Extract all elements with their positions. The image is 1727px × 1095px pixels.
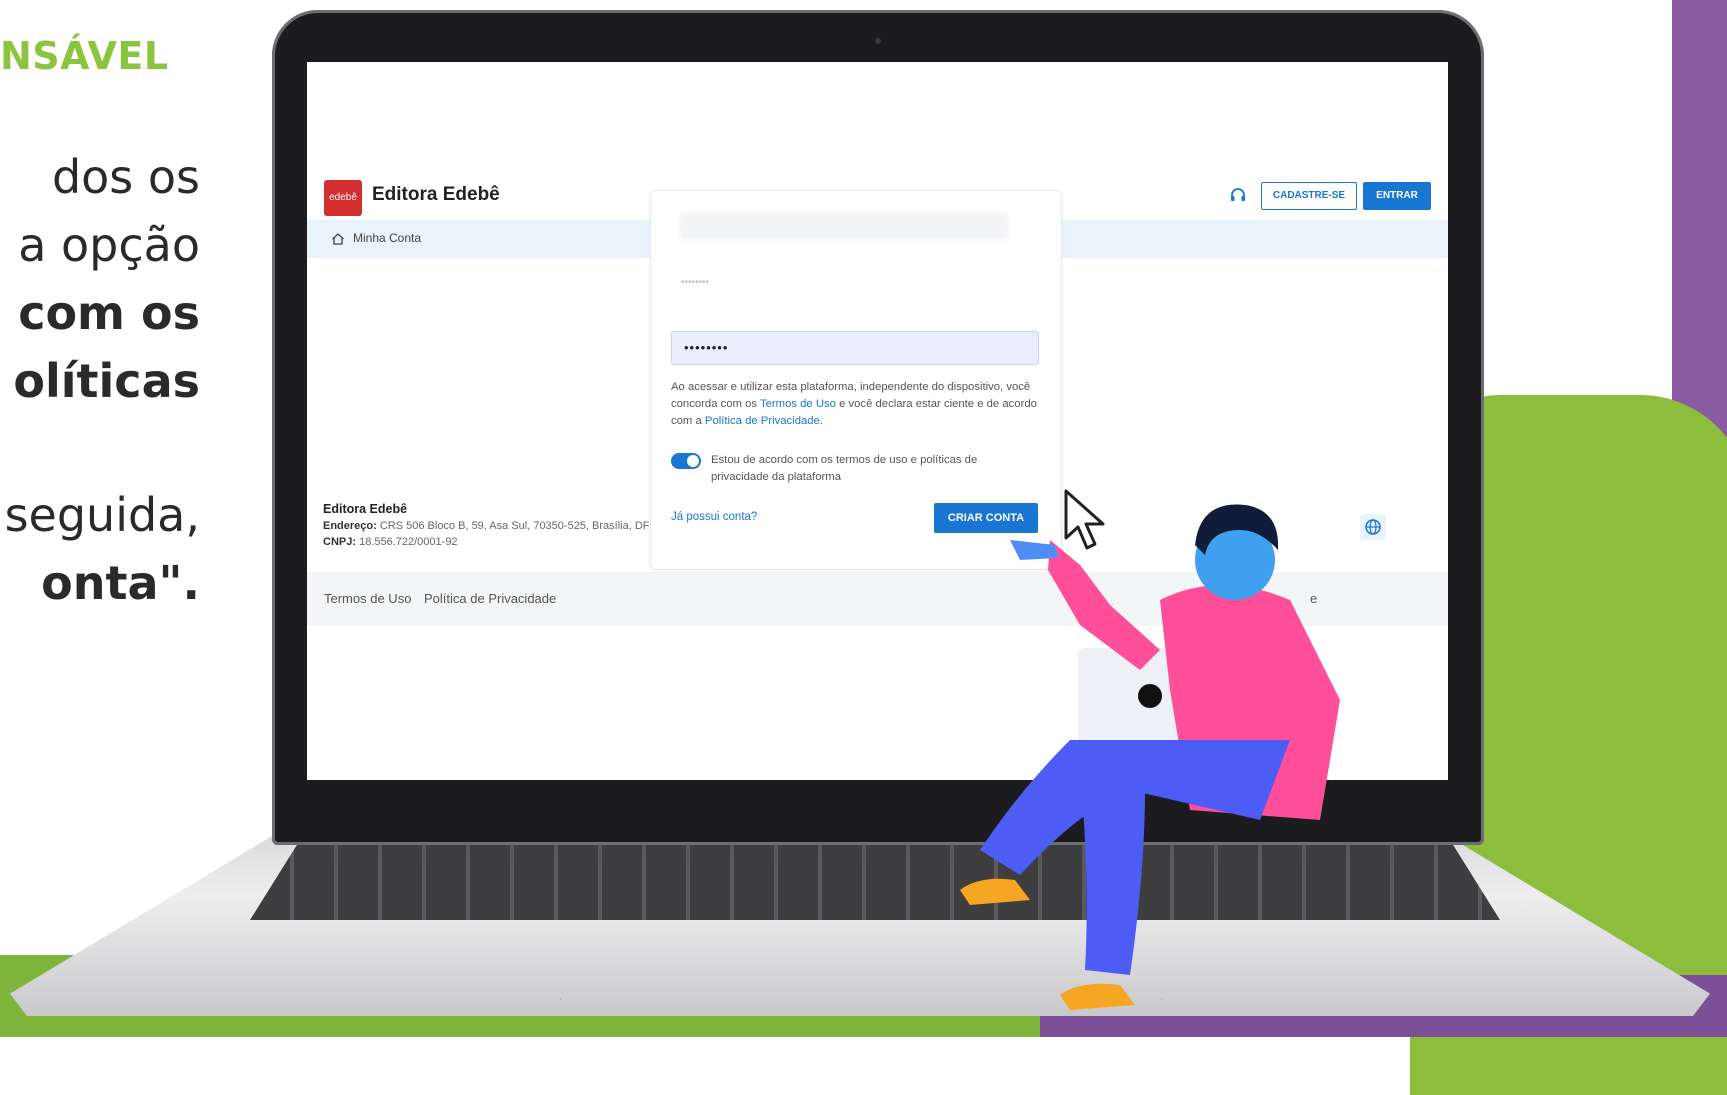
instruction-line: com os	[18, 286, 200, 340]
instruction-heading: NSÁVEL	[0, 34, 169, 78]
camera-dot	[875, 38, 881, 44]
terms-notice: Ao acessar e utilizar esta plataforma, i…	[671, 379, 1041, 430]
blurred-field	[679, 213, 1009, 239]
footer-company-info: Editora Edebê Endereço: CRS 506 Bloco B,…	[323, 502, 650, 548]
instruction-line: dos os	[51, 150, 200, 204]
agree-toggle[interactable]	[671, 453, 701, 469]
have-account-link[interactable]: Já possui conta?	[671, 511, 757, 523]
cnpj-value: 18.556.722/0001-92	[356, 536, 458, 548]
instruction-line: seguida,	[4, 488, 200, 542]
signup-button[interactable]: CADASTRE-SE	[1261, 182, 1357, 210]
brand-name[interactable]: Editora Edebê	[372, 184, 500, 206]
toggle-knob	[687, 455, 699, 467]
terms-text: .	[819, 415, 823, 427]
breadcrumb-my-account[interactable]: Minha Conta	[353, 231, 421, 245]
confirm-password-input[interactable]: ••••••••	[671, 331, 1039, 365]
instruction-line: onta".	[41, 556, 200, 610]
headset-icon[interactable]	[1228, 186, 1248, 206]
login-button[interactable]: ENTRAR	[1363, 182, 1431, 210]
instruction-line: olíticas	[13, 354, 200, 408]
footer-cnpj: CNPJ: 18.556.722/0001-92	[323, 536, 650, 548]
footer-address: Endereço: CRS 506 Bloco B, 59, Asa Sul, …	[323, 520, 650, 532]
footer-terms-link[interactable]: Termos de Uso	[324, 591, 411, 606]
password-value: ••••••••	[684, 340, 729, 355]
address-value: CRS 506 Bloco B, 59, Asa Sul, 70350-525,…	[376, 520, 650, 532]
terms-of-use-link[interactable]: Termos de Uso	[760, 398, 836, 410]
footer-privacy-link[interactable]: Política de Privacidade	[424, 591, 556, 606]
home-icon[interactable]	[331, 232, 345, 246]
cnpj-label: CNPJ:	[323, 536, 357, 548]
brand-logo[interactable]: edebê	[324, 180, 362, 216]
address-label: Endereço:	[323, 520, 377, 532]
footer-company-name: Editora Edebê	[323, 502, 408, 516]
password-field-ghost: ••••••••	[681, 277, 710, 288]
instruction-text: NSÁVEL dos os a opção com os olíticas se…	[0, 0, 280, 700]
agree-label: Estou de acordo com os termos de uso e p…	[711, 454, 978, 483]
person-with-laptop-illustration	[960, 504, 1340, 1010]
privacy-policy-link[interactable]: Política de Privacidade	[705, 415, 820, 427]
instruction-line: a opção	[18, 218, 200, 272]
